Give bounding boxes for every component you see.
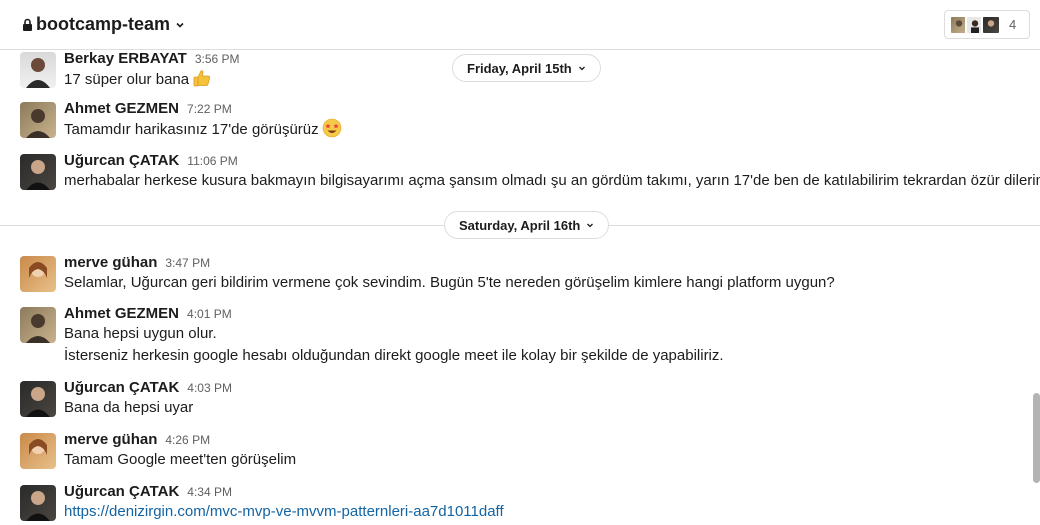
message-item: Ahmet GEZMEN 4:01 PM Bana hepsi uygun ol… — [20, 305, 1030, 371]
message-feed: Berkay ERBAYAT 3:56 PM 17 süper olur ban… — [0, 50, 1040, 525]
star-struck-emoji-icon — [322, 118, 341, 138]
channel-header: bootcamp-team 4 — [0, 0, 1040, 50]
avatar[interactable] — [20, 256, 56, 292]
channel-name-button[interactable]: bootcamp-team — [22, 14, 185, 35]
message-text: Selamlar, Uğurcan geri bildirim vermene … — [64, 274, 835, 291]
message-timestamp[interactable]: 4:03 PM — [187, 381, 232, 395]
message-author[interactable]: Ahmet GEZMEN — [64, 305, 179, 322]
member-avatar — [981, 14, 1001, 35]
message-link[interactable]: https://denizirgin.com/mvc-mvp-ve-mvvm-p… — [64, 503, 504, 520]
message-text: Bana hepsi uygun olur. — [64, 325, 217, 342]
message-item: merve gühan 4:26 PM Tamam Google meet'te… — [20, 431, 1030, 473]
avatar[interactable] — [20, 381, 56, 417]
chevron-down-icon — [578, 66, 585, 71]
message-timestamp[interactable]: 4:34 PM — [187, 485, 232, 499]
message-author[interactable]: Uğurcan ÇATAK — [64, 379, 179, 396]
date-divider: Saturday, April 16th — [0, 211, 1040, 239]
message-text: Bana da hepsi uyar — [64, 399, 194, 416]
message-item: Ahmet GEZMEN 7:22 PM Tamamdır harikasını… — [20, 100, 1030, 142]
lock-icon — [23, 18, 32, 31]
message-text: Tamamdır harikasınız 17'de görüşürüz — [64, 118, 1030, 141]
message-text: İsterseniz herkesin google hesabı olduğu… — [64, 347, 724, 364]
message-timestamp[interactable]: 4:26 PM — [165, 433, 210, 447]
channel-title: bootcamp-team — [36, 14, 171, 34]
avatar[interactable] — [20, 154, 56, 190]
date-label: Friday, April 15th — [467, 60, 572, 76]
message-item: Uğurcan ÇATAK 11:06 PM merhabalar herkes… — [20, 152, 1040, 194]
date-pill-button[interactable]: Friday, April 15th — [452, 54, 601, 82]
message-author[interactable]: Uğurcan ÇATAK — [64, 483, 179, 500]
channel-members-button[interactable]: 4 — [944, 10, 1030, 39]
avatar[interactable] — [20, 485, 56, 521]
message-item: Uğurcan ÇATAK 4:03 PM Bana da hepsi uyar — [20, 379, 1030, 421]
avatar[interactable] — [20, 307, 56, 343]
message-timestamp[interactable]: 7:22 PM — [187, 102, 232, 116]
message-author[interactable]: merve gühan — [64, 431, 157, 448]
scrollbar-thumb[interactable] — [1033, 393, 1040, 483]
message-timestamp[interactable]: 4:01 PM — [187, 307, 232, 321]
message-author[interactable]: Uğurcan ÇATAK — [64, 152, 179, 169]
chevron-down-icon — [176, 22, 184, 28]
message-timestamp[interactable]: 11:06 PM — [187, 154, 237, 168]
message-author[interactable]: Ahmet GEZMEN — [64, 100, 179, 117]
message-item: Uğurcan ÇATAK 4:34 PM https://denizirgin… — [20, 483, 1030, 525]
avatar[interactable] — [20, 102, 56, 138]
message-text: merhabalar herkese kusura bakmayın bilgi… — [64, 172, 1040, 189]
member-count: 4 — [1009, 17, 1017, 32]
avatar[interactable] — [20, 433, 56, 469]
date-label: Saturday, April 16th — [459, 217, 581, 233]
chevron-down-icon — [587, 223, 594, 228]
message-item: merve gühan 3:47 PM Selamlar, Uğurcan ge… — [20, 254, 1030, 296]
message-timestamp[interactable]: 3:47 PM — [165, 256, 210, 270]
date-divider: Friday, April 15th — [0, 54, 1040, 82]
message-author[interactable]: merve gühan — [64, 254, 157, 271]
message-text: Tamam Google meet'ten görüşelim — [64, 451, 297, 468]
date-pill-button[interactable]: Saturday, April 16th — [444, 211, 610, 239]
